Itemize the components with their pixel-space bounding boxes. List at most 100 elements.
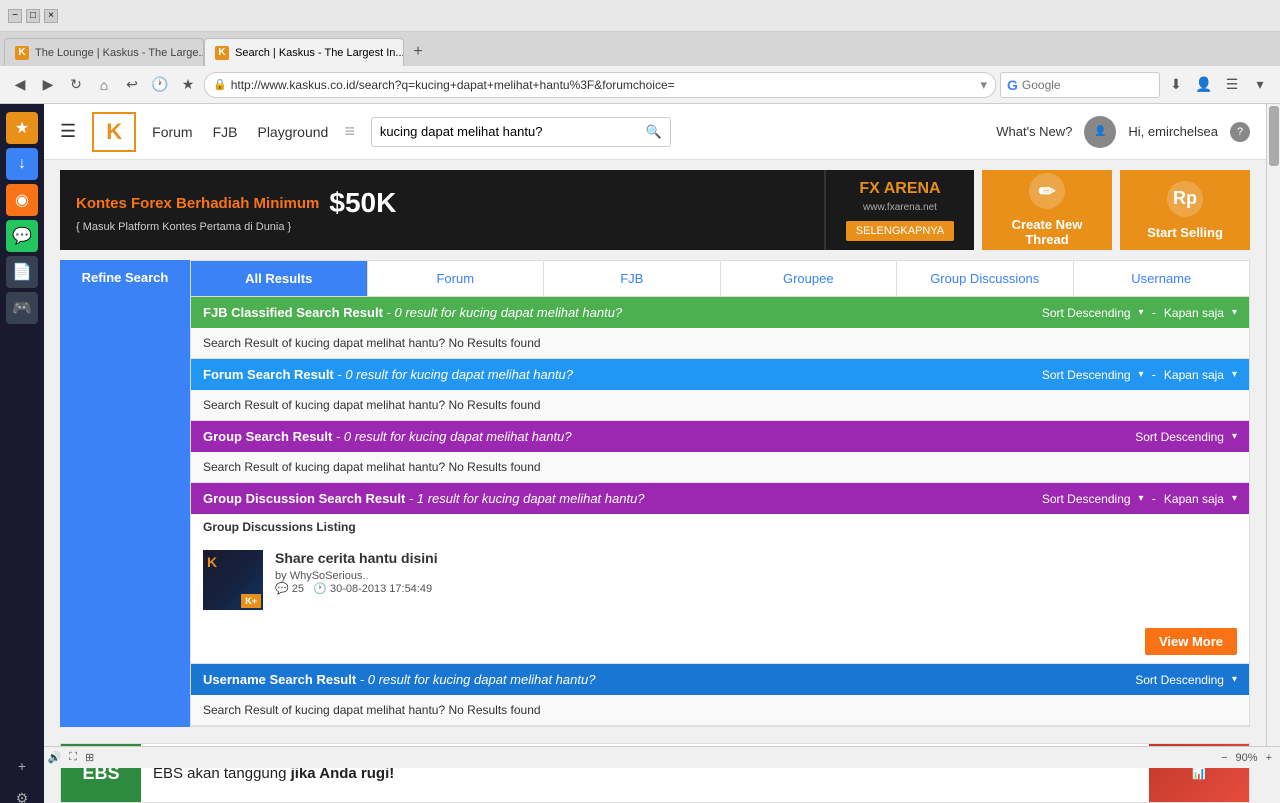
scrollbar-thumb[interactable] <box>1269 106 1279 166</box>
gd-item-meta: by WhySoSerious.. <box>275 570 1237 582</box>
home-button[interactable]: ⌂ <box>92 73 116 97</box>
nav-separator-icon[interactable]: ≡ <box>344 121 355 142</box>
bookmark-button[interactable]: ★ <box>176 73 200 97</box>
forum-sort-chevron[interactable]: ▾ <box>1139 369 1144 380</box>
banner-ad[interactable]: Kontes Forex Berhadiah Minimum $50K { Ma… <box>60 170 974 250</box>
status-columns-icon[interactable]: ⊞ <box>85 751 94 764</box>
zoom-in-button[interactable]: + <box>1266 752 1272 764</box>
whats-new-link[interactable]: What's New? <box>996 124 1072 139</box>
username-sort-chevron[interactable]: ▾ <box>1232 674 1237 685</box>
avatar[interactable]: 👤 <box>1084 116 1116 148</box>
hamburger-icon[interactable]: ☰ <box>60 121 76 142</box>
fjb-sort-chevron[interactable]: ▾ <box>1139 307 1144 318</box>
minimize-button[interactable]: − <box>8 9 22 23</box>
nav-forum[interactable]: Forum <box>152 124 192 140</box>
create-thread-button[interactable]: ✏ Create New Thread <box>982 170 1112 250</box>
gd-sort-chevron[interactable]: ▾ <box>1139 493 1144 504</box>
username-result-header: Username Search Result - 0 result for ku… <box>191 664 1249 695</box>
gd-item-info: Share cerita hantu disini by WhySoSeriou… <box>275 550 1237 595</box>
forum-sort-area: Sort Descending ▾ - Kapan saja ▾ <box>1042 367 1237 382</box>
refine-search-button[interactable]: Refine Search <box>60 260 190 727</box>
refresh-button[interactable]: ↻ <box>64 73 88 97</box>
start-selling-button[interactable]: Rp Start Selling <box>1120 170 1250 250</box>
gd-listing-label: Group Discussions Listing <box>191 514 1249 540</box>
tab-1[interactable]: K The Lounge | Kaskus - The Large... × <box>4 38 204 66</box>
forum-result-body: Search Result of kucing dapat melihat ha… <box>191 390 1249 420</box>
gd-item-title[interactable]: Share cerita hantu disini <box>275 550 1237 566</box>
fjb-time-chevron[interactable]: ▾ <box>1232 307 1237 318</box>
forum-time-chevron[interactable]: ▾ <box>1232 369 1237 380</box>
tab-all-results[interactable]: All Results <box>191 261 368 296</box>
group-sort-label[interactable]: Sort Descending <box>1135 430 1224 444</box>
fjb-time-label[interactable]: Kapan saja <box>1164 306 1224 320</box>
sidebar-chat-icon[interactable]: 💬 <box>6 220 38 252</box>
gd-comment-icon: 💬 <box>275 583 289 595</box>
sidebar-star-icon[interactable]: ★ <box>6 112 38 144</box>
nav-right: What's New? 👤 Hi, emirchelsea ? <box>996 116 1250 148</box>
group-count: - 0 result for kucing dapat melihat hant… <box>336 429 572 444</box>
logo[interactable]: K <box>92 112 136 152</box>
banner-subtitle: { Masuk Platform Kontes Pertama di Dunia… <box>76 221 808 233</box>
banner-area: Kontes Forex Berhadiah Minimum $50K { Ma… <box>44 160 1266 260</box>
view-more-button[interactable]: View More <box>1145 628 1237 655</box>
help-icon[interactable]: ? <box>1230 122 1250 142</box>
history-button[interactable]: 🕐 <box>148 73 172 97</box>
page-scrollbar[interactable] <box>1266 104 1280 768</box>
tab-group-discussions[interactable]: Group Discussions <box>897 261 1074 296</box>
sidebar-note-icon[interactable]: 📄 <box>6 256 38 288</box>
browser-search-input[interactable] <box>1022 78 1142 92</box>
search-icon[interactable]: 🔍 <box>646 124 662 140</box>
tab-fjb[interactable]: FJB <box>544 261 721 296</box>
gd-author[interactable]: WhySoSerious. <box>290 570 366 582</box>
back-button[interactable]: ◀ <box>8 73 32 97</box>
download-icon[interactable]: ⬇ <box>1164 73 1188 97</box>
close-button[interactable]: × <box>44 9 58 23</box>
tab-username[interactable]: Username <box>1074 261 1250 296</box>
fjb-sort-label[interactable]: Sort Descending <box>1042 306 1131 320</box>
search-input[interactable] <box>380 124 646 139</box>
gd-thumb-badge: K+ <box>241 594 261 608</box>
selengkapnya-button[interactable]: SELENGKAPNYA <box>846 221 954 241</box>
nav-links: Forum FJB Playground <box>152 124 328 140</box>
gd-time-label[interactable]: Kapan saja <box>1164 492 1224 506</box>
gd-thumbnail: K K+ <box>203 550 263 610</box>
status-sound-icon[interactable]: 🔊 <box>48 751 62 764</box>
forum-count: - 0 result for kucing dapat melihat hant… <box>337 367 573 382</box>
sidebar-game-icon[interactable]: 🎮 <box>6 292 38 324</box>
forward-button[interactable]: ▶ <box>36 73 60 97</box>
gd-sort-label[interactable]: Sort Descending <box>1042 492 1131 506</box>
tab-2[interactable]: K Search | Kaskus - The Largest In... × <box>204 38 404 66</box>
fjb-result-header: FJB Classified Search Result - 0 result … <box>191 297 1249 328</box>
settings-icon[interactable]: ☰ <box>1220 73 1244 97</box>
browser-search-bar: G <box>1000 72 1160 98</box>
sidebar-download-icon[interactable]: ↓ <box>6 148 38 180</box>
address-bar: 🔒 ▾ <box>204 72 996 98</box>
sidebar-rss-icon[interactable]: ◉ <box>6 184 38 216</box>
nav-playground[interactable]: Playground <box>257 124 328 140</box>
left-sidebar: ★ ↓ ◉ 💬 📄 🎮 + ⚙ <box>0 104 44 803</box>
more-icon[interactable]: ▾ <box>1248 73 1272 97</box>
window-controls[interactable]: − □ × <box>8 9 58 23</box>
dropdown-icon[interactable]: ▾ <box>980 77 987 93</box>
maximize-button[interactable]: □ <box>26 9 40 23</box>
tab-groupee[interactable]: Groupee <box>721 261 898 296</box>
new-tab-button[interactable]: + <box>404 38 432 66</box>
nav-fjb[interactable]: FJB <box>213 124 238 140</box>
username-sort-label[interactable]: Sort Descending <box>1135 673 1224 687</box>
zoom-out-button[interactable]: − <box>1221 752 1227 764</box>
tab-forum[interactable]: Forum <box>368 261 545 296</box>
gd-list-item: K K+ Share cerita hantu disini by WhySoS… <box>191 540 1249 620</box>
group-sort-chevron[interactable]: ▾ <box>1232 431 1237 442</box>
forum-time-label[interactable]: Kapan saja <box>1164 368 1224 382</box>
status-fullscreen-icon[interactable]: ⛶ <box>69 751 77 764</box>
fxarena-logo: FX ARENA <box>859 180 940 198</box>
address-input[interactable] <box>231 78 977 92</box>
back-alt-button[interactable]: ↩ <box>120 73 144 97</box>
username-result-body: Search Result of kucing dapat melihat ha… <box>191 695 1249 725</box>
results-panel: All Results Forum FJB Groupee Group Disc… <box>190 260 1250 727</box>
zoom-level: 90% <box>1236 752 1258 764</box>
user-icon[interactable]: 👤 <box>1192 73 1216 97</box>
gd-time-chevron[interactable]: ▾ <box>1232 493 1237 504</box>
forum-sort-label[interactable]: Sort Descending <box>1042 368 1131 382</box>
browser-toolbar: ◀ ▶ ↻ ⌂ ↩ 🕐 ★ 🔒 ▾ G ⬇ 👤 ☰ ▾ <box>0 66 1280 104</box>
